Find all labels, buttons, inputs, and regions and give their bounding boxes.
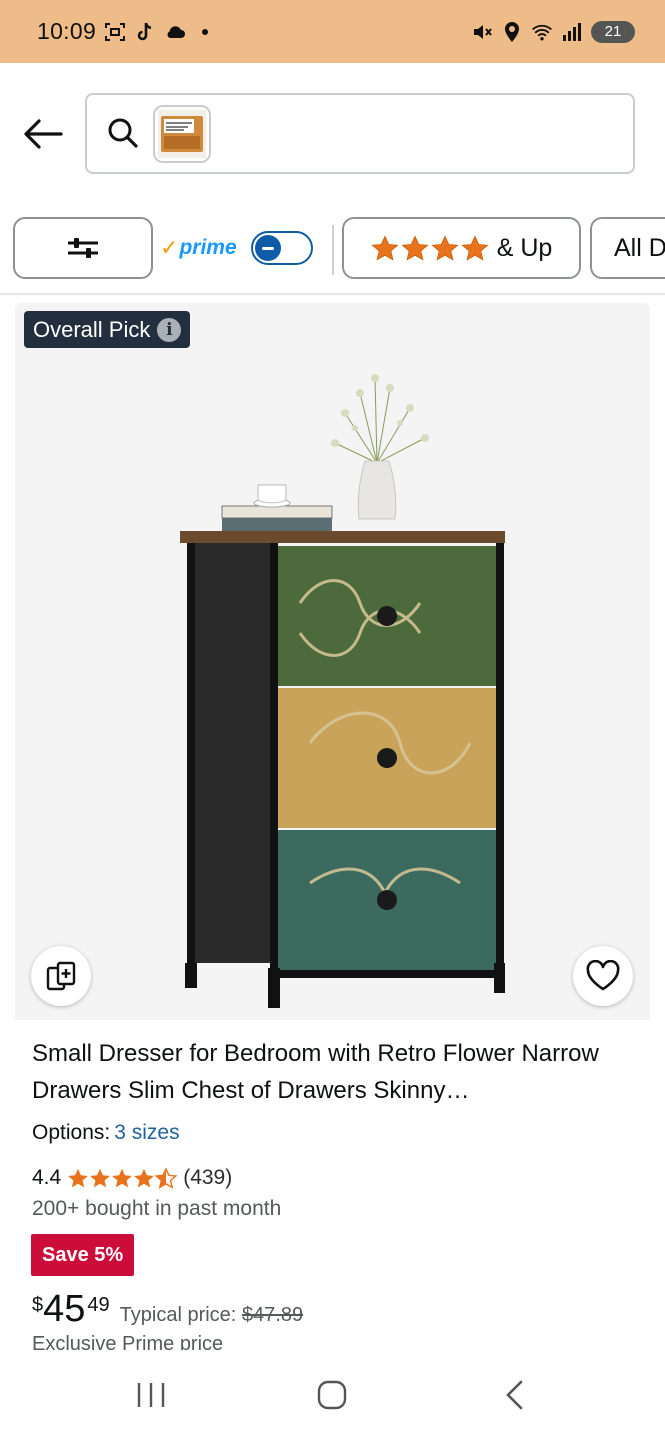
filter-bar: ✓ prime & Up All D <box>0 203 665 295</box>
price-currency: $ <box>32 1294 44 1316</box>
home-icon <box>318 1380 347 1410</box>
options-link[interactable]: 3 sizes <box>114 1121 179 1144</box>
amazon-search-results-page: 10:09 21 ✓ prime & Up All D Overall Pick… <box>0 0 665 1440</box>
location-icon <box>501 21 523 43</box>
info-icon[interactable]: i <box>157 317 182 342</box>
rating-stars <box>67 1167 178 1189</box>
home-button[interactable] <box>302 1365 362 1425</box>
typical-price-value: $47.89 <box>241 1304 304 1326</box>
product-thumbnail-image <box>158 110 206 158</box>
prime-check-icon: ✓ <box>160 235 179 260</box>
back-nav-icon <box>506 1380 523 1410</box>
half-star-icon <box>155 1167 178 1189</box>
wifi-icon <box>531 21 553 43</box>
star-icon <box>112 1168 133 1187</box>
search-input[interactable] <box>85 93 635 174</box>
prime-label: prime <box>179 236 237 259</box>
star-icon <box>90 1168 111 1187</box>
back-nav-button[interactable] <box>484 1365 544 1425</box>
prime-toggle[interactable] <box>250 231 313 265</box>
filter-divider <box>332 225 334 275</box>
star-icon <box>431 234 459 261</box>
star-icon <box>401 234 429 261</box>
star-icon <box>371 234 399 261</box>
product-options: Options: 3 sizes <box>32 1121 180 1145</box>
bought-count: 200+ bought in past month <box>32 1197 282 1220</box>
compare-button[interactable] <box>31 946 91 1006</box>
search-header <box>0 63 665 203</box>
department-filter-label: All D <box>614 233 665 262</box>
arrow-left-icon <box>24 119 63 149</box>
typical-price: Typical price: $47.89 <box>120 1304 303 1327</box>
rating-value: 4.4 <box>32 1166 62 1189</box>
vase-flowers <box>334 377 426 464</box>
android-nav-bar <box>0 1350 665 1440</box>
battery-level: 21 <box>604 23 622 40</box>
star-icon <box>68 1168 89 1187</box>
rating-filter-chip[interactable]: & Up <box>342 217 581 279</box>
signal-icon <box>561 21 583 43</box>
rating-filter-label: & Up <box>496 233 553 262</box>
price-fraction: 49 <box>87 1294 110 1316</box>
filter-button[interactable] <box>13 217 153 279</box>
prime-logo: ✓ prime <box>160 235 237 261</box>
badge-label: Overall Pick <box>33 316 151 342</box>
heart-icon <box>586 960 620 991</box>
product-rating[interactable]: 4.4 (439) <box>32 1166 232 1190</box>
compare-icon <box>46 961 76 991</box>
typical-price-label: Typical price: <box>119 1304 237 1326</box>
recent-apps-button[interactable] <box>121 1365 181 1425</box>
recent-apps-icon <box>137 1383 165 1407</box>
flower-buds <box>331 374 429 447</box>
status-bar-right: 21 <box>471 20 635 43</box>
sliders-icon <box>68 238 98 258</box>
price: $ 45 49 Typical price: $47.89 <box>32 1288 303 1330</box>
battery-icon: 21 <box>591 20 635 43</box>
options-label: Options: <box>32 1121 111 1144</box>
dot-icon <box>194 21 216 43</box>
screenshot-icon <box>104 21 126 43</box>
dresser-product-image <box>180 374 505 1008</box>
toggle-knob <box>254 235 281 261</box>
status-time: 10:09 <box>37 18 97 44</box>
review-count: (439) <box>183 1166 233 1189</box>
product-title[interactable]: Small Dresser for Bedroom with Retro Flo… <box>32 1035 632 1109</box>
status-bar-left: 10:09 <box>37 18 216 45</box>
price-whole: 45 <box>43 1288 86 1330</box>
star-icon <box>134 1168 155 1187</box>
overall-pick-badge: Overall Pick i <box>24 311 191 348</box>
star-icon <box>461 234 489 261</box>
product-card[interactable]: Overall Pick i Small Dresser for Bedroom… <box>15 303 650 1363</box>
tiktok-icon <box>134 21 156 43</box>
search-thumbnail[interactable] <box>153 105 211 163</box>
back-button[interactable] <box>20 113 66 155</box>
prime-filter: ✓ prime <box>160 217 313 279</box>
wishlist-button[interactable] <box>573 946 633 1006</box>
mute-icon <box>471 21 493 43</box>
product-image-area[interactable]: Overall Pick i <box>15 303 650 1020</box>
department-filter-chip[interactable]: All D <box>590 217 665 279</box>
search-icon <box>108 118 138 148</box>
status-bar: 10:09 21 <box>0 0 665 63</box>
rating-filter-stars <box>371 234 489 262</box>
save-badge: Save 5% <box>31 1234 135 1276</box>
cloud-icon <box>164 21 186 43</box>
